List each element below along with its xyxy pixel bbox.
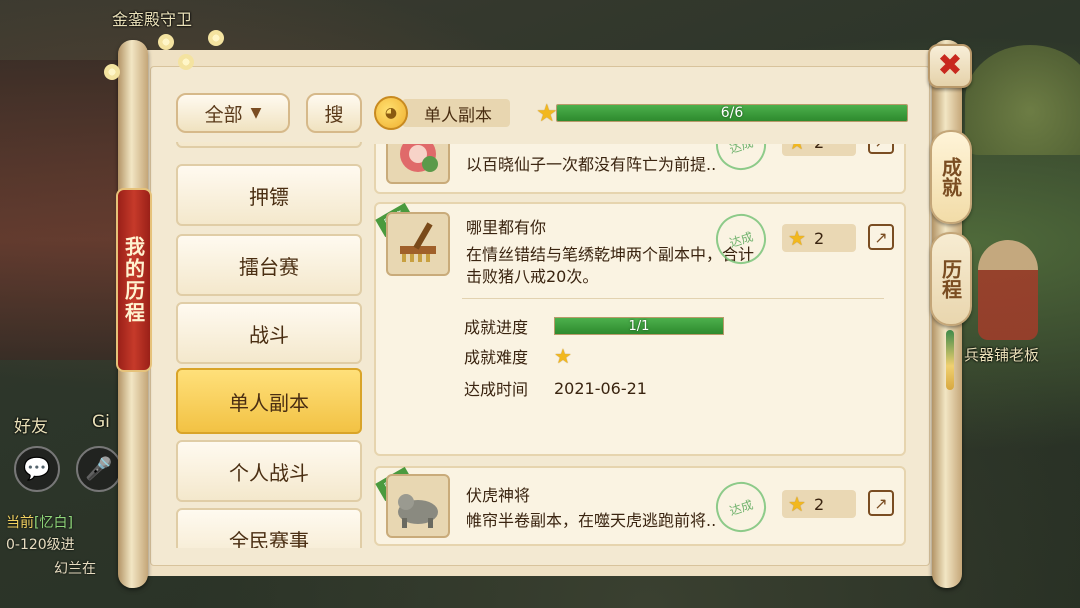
chat-icon[interactable]: 💬 bbox=[14, 446, 60, 492]
market-umbrella bbox=[965, 45, 1080, 155]
voice-icon[interactable]: 🎤 bbox=[76, 446, 122, 492]
category-item-partial[interactable] bbox=[176, 142, 362, 148]
tab-achievements[interactable]: 成就 bbox=[930, 130, 972, 224]
chick-icon: ◕ bbox=[374, 96, 408, 130]
category-item-arena[interactable]: 擂台赛 bbox=[176, 234, 362, 296]
close-icon: ✖ bbox=[937, 48, 963, 83]
close-button[interactable]: ✖ bbox=[928, 44, 972, 88]
chat-line: 0-120级进 bbox=[6, 537, 75, 553]
achievement-progress-text: 1/1 bbox=[628, 318, 650, 334]
achievement-icon-tiger bbox=[386, 474, 450, 538]
category-progress: ★ 6/6 bbox=[536, 100, 908, 126]
npc-name-shop-owner: 兵器铺老板 bbox=[964, 346, 1040, 364]
friends-label: 好友 bbox=[14, 417, 48, 437]
category-progress-text: 6/6 bbox=[720, 105, 744, 121]
date-label: 达成时间 bbox=[464, 380, 529, 399]
progress-label: 成就进度 bbox=[464, 318, 529, 337]
achievement-card-expanded[interactable]: 隐藏 哪里都有你 在情丝错结与笔绣乾坤两个副本中，合计击败猪八戒20次。 达成 … bbox=[374, 202, 906, 456]
chevron-down-icon: ▼ bbox=[250, 105, 262, 121]
share-icon[interactable]: ↗ bbox=[868, 144, 894, 154]
difficulty-star-icon: ★ bbox=[554, 344, 572, 368]
achievement-date-row: 达成时间 2021-06-21 bbox=[464, 376, 647, 400]
category-list[interactable]: 押镖 擂台赛 战斗 单人副本 个人战斗 全民赛事 bbox=[170, 142, 370, 548]
star-icon: ★ bbox=[536, 99, 558, 127]
achievement-card[interactable]: 隐藏 伏虎神将 帷帘半卷副本，在噬天虎逃跑前将.. 达成 ★ 2 ↗ bbox=[374, 466, 906, 546]
share-icon[interactable]: ↗ bbox=[868, 490, 894, 516]
gi-label: Gi bbox=[92, 412, 110, 432]
category-item-solo-dungeon[interactable]: 单人副本 bbox=[176, 368, 362, 434]
achievement-icon-peony bbox=[386, 144, 450, 184]
tab-journey[interactable]: 历程 bbox=[930, 232, 972, 326]
achievement-date: 2021-06-21 bbox=[554, 378, 647, 398]
achievement-difficulty-row: 成就难度 ★ bbox=[464, 344, 572, 368]
blossom-decoration bbox=[98, 24, 248, 84]
filter-label: 全部 bbox=[204, 103, 243, 126]
achievement-progress-row: 成就进度 1/1 bbox=[464, 314, 724, 338]
achievement-icon-rake bbox=[386, 212, 450, 276]
achievement-card[interactable]: 以百晓仙子一次都没有阵亡为前提.. 达成 ★ 2 ↗ bbox=[374, 144, 906, 194]
achievement-list[interactable]: 以百晓仙子一次都没有阵亡为前提.. 达成 ★ 2 ↗ 隐藏 哪里都有你 在情丝错… bbox=[370, 144, 910, 548]
achievement-points: ★ 2 bbox=[782, 224, 856, 252]
divider bbox=[462, 298, 884, 299]
category-item-battle[interactable]: 战斗 bbox=[176, 302, 362, 364]
star-icon: ★ bbox=[788, 226, 806, 250]
chat-line: 当前[忆白] bbox=[6, 515, 73, 531]
search-button[interactable]: 搜 bbox=[306, 93, 362, 133]
share-icon[interactable]: ↗ bbox=[868, 224, 894, 250]
achievement-title: 伏虎神将 bbox=[466, 486, 531, 505]
difficulty-label: 成就难度 bbox=[464, 348, 529, 367]
npc-weapon-shop-owner[interactable] bbox=[978, 240, 1038, 340]
category-header-label: 单人副本 bbox=[402, 99, 510, 127]
achievement-points: ★ 2 bbox=[782, 144, 856, 156]
achievement-points: ★ 2 bbox=[782, 490, 856, 518]
filter-dropdown[interactable]: 全部 ▼ bbox=[176, 93, 290, 133]
tassel-decoration bbox=[946, 330, 954, 390]
category-progress-bar: 6/6 bbox=[556, 104, 908, 122]
building-roof bbox=[0, 60, 120, 360]
chat-line: 幻兰在 bbox=[54, 561, 96, 577]
star-icon: ★ bbox=[788, 144, 806, 154]
star-icon: ★ bbox=[788, 492, 806, 516]
category-item-personal-battle[interactable]: 个人战斗 bbox=[176, 440, 362, 502]
achievement-progress-bar: 1/1 bbox=[554, 317, 724, 335]
achievement-title: 哪里都有你 bbox=[466, 218, 547, 237]
my-journey-ribbon: 我的历程 bbox=[116, 188, 152, 372]
category-item-escort[interactable]: 押镖 bbox=[176, 164, 362, 226]
category-item-public-event[interactable]: 全民赛事 bbox=[176, 508, 362, 548]
category-header: ◕ 单人副本 bbox=[374, 96, 524, 130]
